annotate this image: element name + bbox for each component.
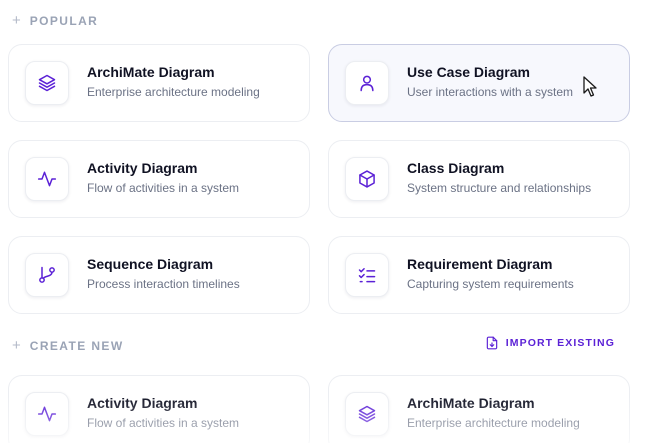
popular-section-header[interactable]: + POPULAR (12, 12, 98, 29)
plus-icon: + (12, 12, 21, 29)
diagram-picker: + POPULAR ArchiMate Diagram Enterprise a… (0, 0, 647, 443)
card-archimate-diagram[interactable]: ArchiMate Diagram Enterprise architectur… (8, 44, 310, 122)
git-branch-icon (25, 253, 69, 297)
card-description: Process interaction timelines (87, 277, 240, 291)
card-sequence-diagram[interactable]: Sequence Diagram Process interaction tim… (8, 236, 310, 314)
card-title: Use Case Diagram (407, 64, 530, 80)
card-description: Enterprise architecture modeling (407, 416, 580, 430)
user-icon (345, 61, 389, 105)
card-description: Flow of activities in a system (87, 416, 240, 430)
card-activity-diagram-new[interactable]: Activity Diagram Flow of activities in a… (8, 375, 310, 443)
card-title: ArchiMate Diagram (407, 395, 535, 411)
card-archimate-diagram-new[interactable]: ArchiMate Diagram Enterprise architectur… (328, 375, 630, 443)
import-existing-button[interactable]: IMPORT EXISTING (485, 336, 615, 350)
mouse-cursor-icon (583, 76, 597, 103)
card-title: Activity Diagram (87, 395, 198, 411)
plus-icon: + (12, 337, 21, 354)
card-requirement-diagram[interactable]: Requirement Diagram Capturing system req… (328, 236, 630, 314)
card-description: Capturing system requirements (407, 277, 574, 291)
card-title: Class Diagram (407, 160, 505, 176)
file-import-icon (485, 336, 499, 350)
popular-label: POPULAR (29, 13, 99, 28)
card-title: Requirement Diagram (407, 256, 553, 272)
create-new-label: CREATE NEW (29, 338, 124, 353)
layers-icon (25, 61, 69, 105)
layers-icon (345, 392, 389, 436)
card-title: Sequence Diagram (87, 256, 214, 272)
card-title: ArchiMate Diagram (87, 64, 215, 80)
card-activity-diagram[interactable]: Activity Diagram Flow of activities in a… (8, 140, 310, 218)
card-class-diagram[interactable]: Class Diagram System structure and relat… (328, 140, 630, 218)
card-description: Flow of activities in a system (87, 181, 240, 195)
activity-icon (25, 157, 69, 201)
card-description: System structure and relationships (407, 181, 592, 195)
activity-icon (25, 392, 69, 436)
card-description: User interactions with a system (407, 85, 574, 99)
checklist-icon (345, 253, 389, 297)
create-new-section-header[interactable]: + CREATE NEW (12, 337, 124, 354)
box-icon (345, 157, 389, 201)
import-existing-label: IMPORT EXISTING (505, 337, 615, 349)
card-title: Activity Diagram (87, 160, 198, 176)
card-description: Enterprise architecture modeling (87, 85, 260, 99)
